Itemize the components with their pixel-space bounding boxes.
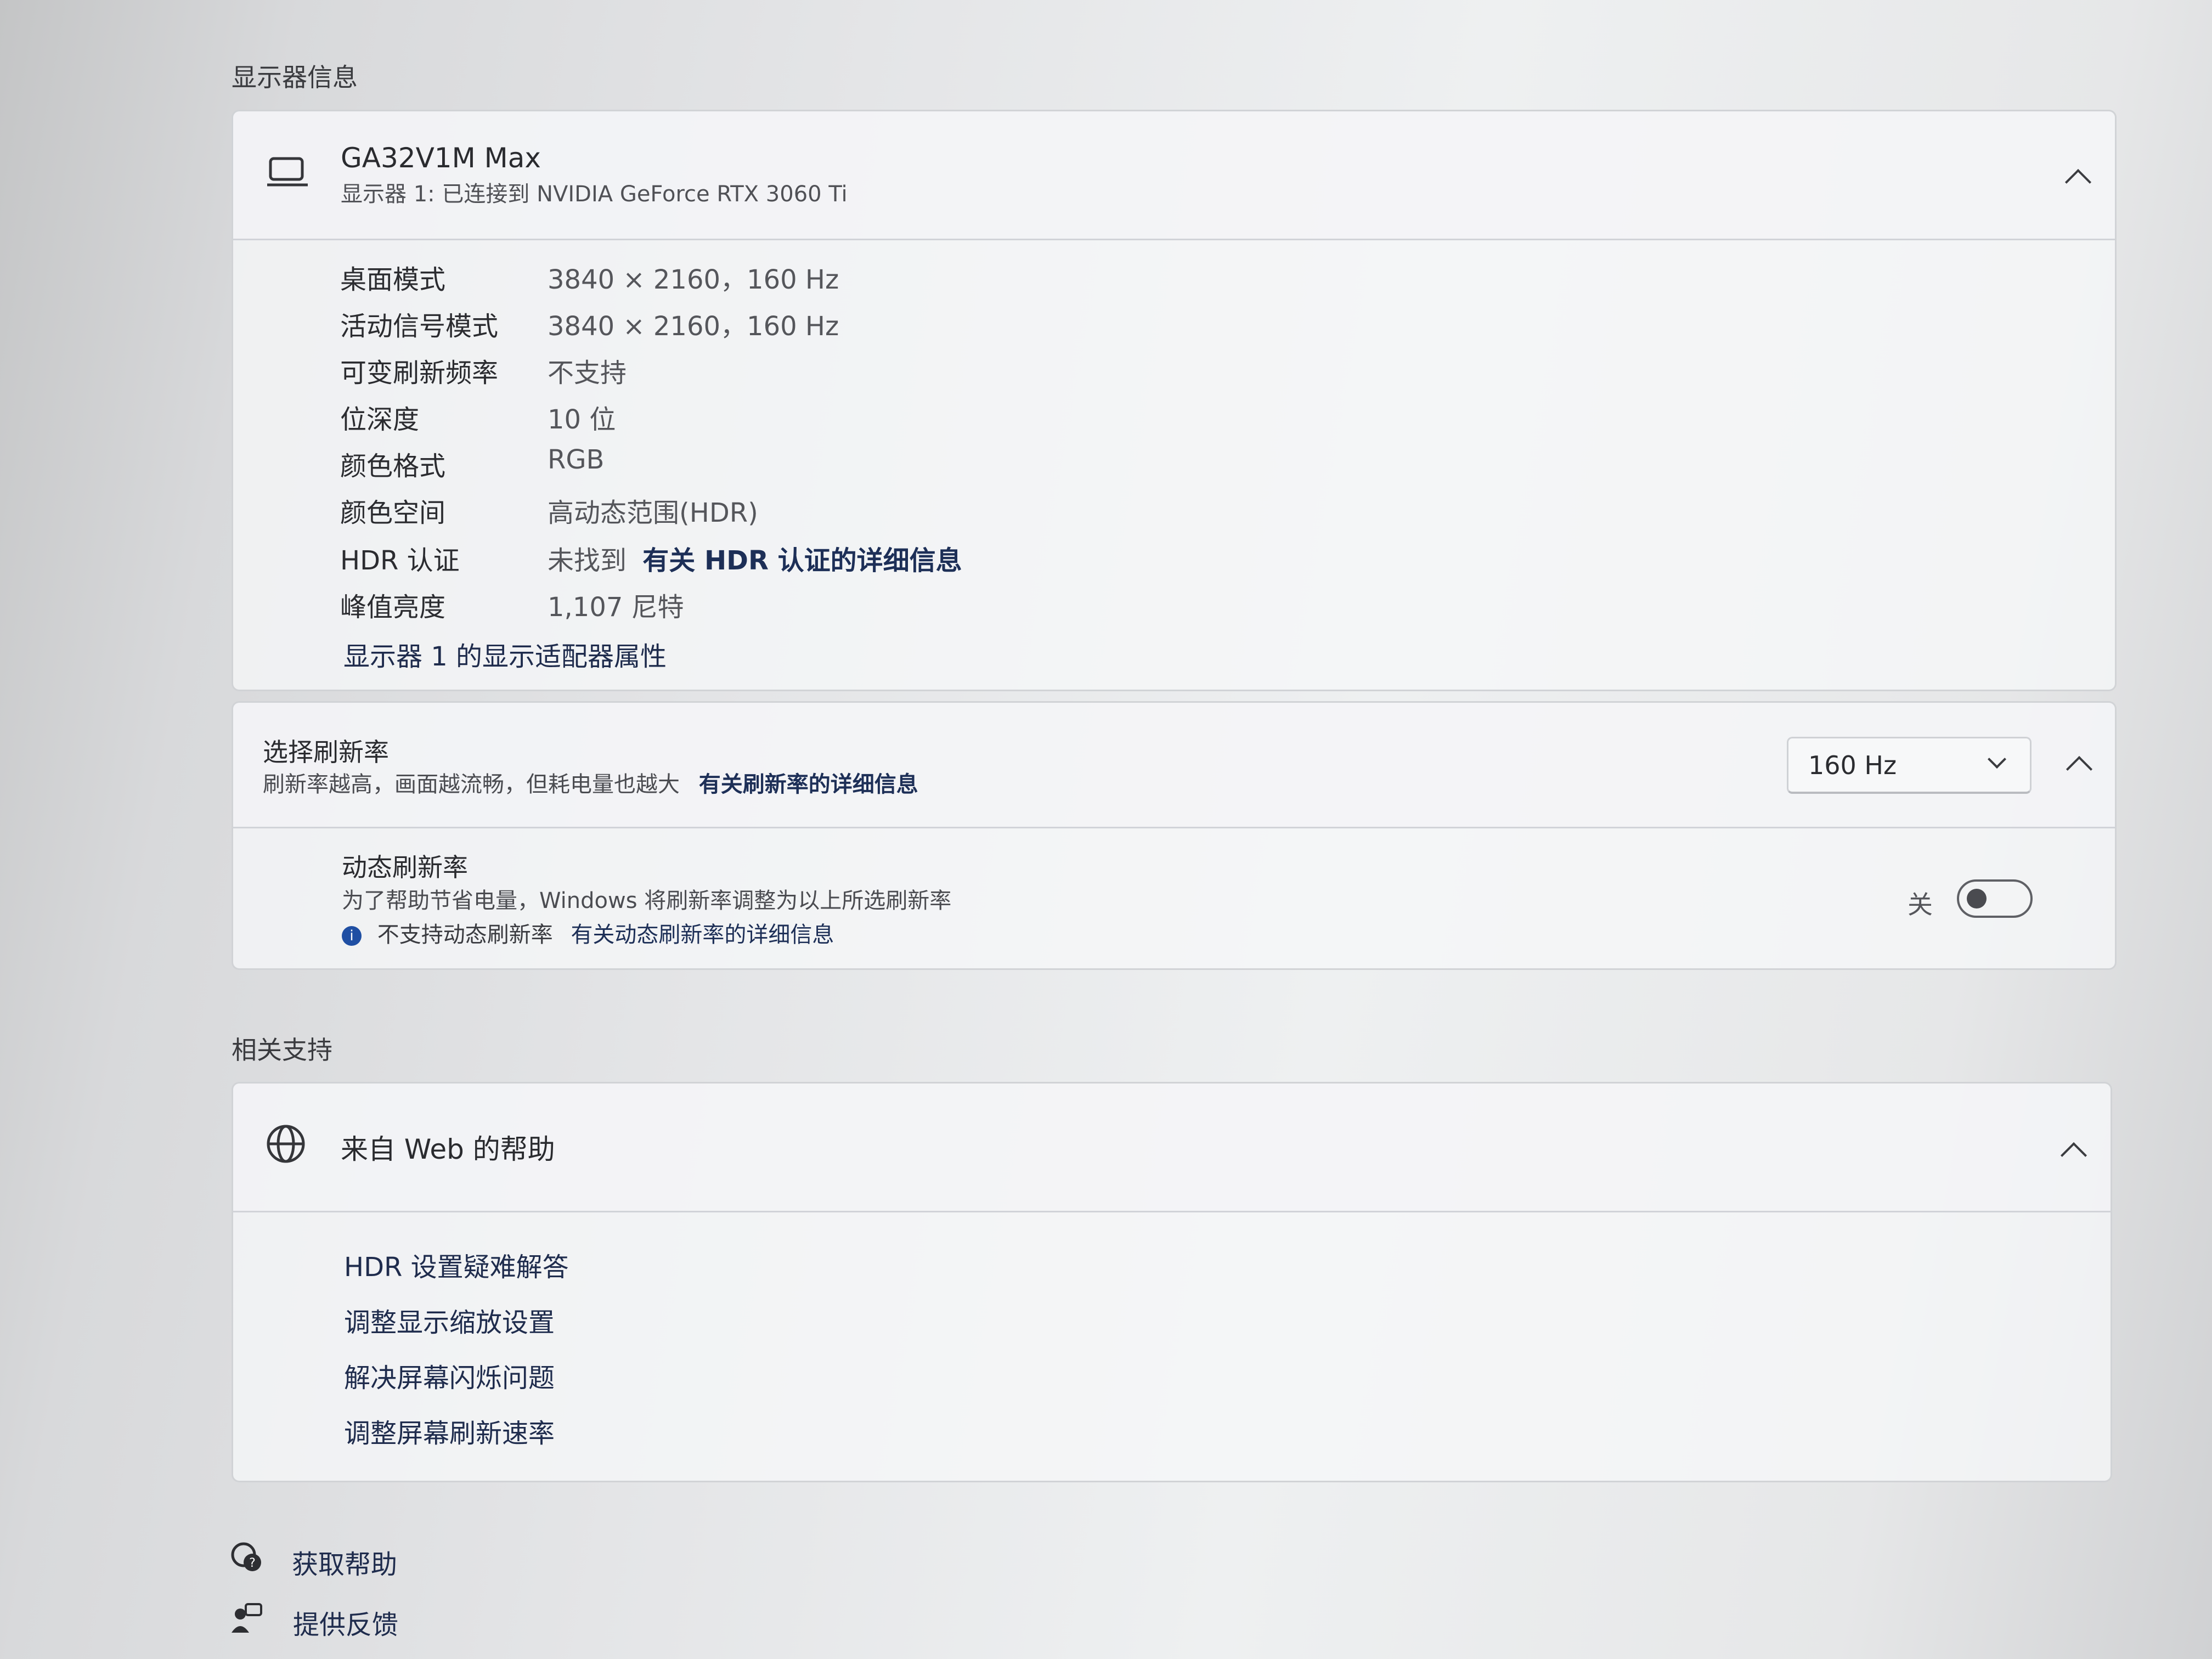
- globe-icon: [265, 1123, 307, 1167]
- chevron-up-icon[interactable]: [2064, 168, 2092, 196]
- row-label-peak-brightness: 峰值亮度: [340, 592, 446, 623]
- refresh-rate-header: 选择刷新率 刷新率越高，画面越流畅，但耗电量也越大 有关刷新率的详细信息 160…: [233, 703, 2115, 828]
- row-value-vrr: 不支持: [548, 358, 627, 388]
- row-value-hdr-cert: 未找到 有关 HDR 认证的详细信息: [548, 539, 962, 577]
- dynamic-refresh-details-link[interactable]: 有关动态刷新率的详细信息: [571, 922, 834, 947]
- help-link-refresh-rate[interactable]: 调整屏幕刷新速率: [344, 1412, 555, 1450]
- dynamic-refresh-toggle[interactable]: [1957, 879, 2033, 918]
- row-label-hdr-cert: HDR 认证: [340, 545, 460, 576]
- refresh-rate-description: 刷新率越高，画面越流畅，但耗电量也越大: [263, 772, 680, 797]
- feedback-label: 提供反馈: [293, 1610, 399, 1640]
- info-icon: i: [342, 926, 362, 946]
- get-help-label: 获取帮助: [292, 1549, 398, 1580]
- dynamic-refresh-title: 动态刷新率: [342, 853, 468, 882]
- hdr-cert-details-link[interactable]: 有关 HDR 认证的详细信息: [642, 545, 962, 576]
- monitor-card-header[interactable]: GA32V1M Max 显示器 1: 已连接到 NVIDIA GeForce R…: [233, 111, 2115, 240]
- hdr-cert-status: 未找到: [548, 545, 627, 576]
- refresh-rate-title: 选择刷新率: [263, 737, 389, 767]
- dynamic-refresh-unsupported: 不支持动态刷新率: [377, 922, 553, 947]
- dynamic-refresh-info-line: i 不支持动态刷新率 有关动态刷新率的详细信息: [342, 917, 834, 949]
- refresh-rate-selected: 160 Hz: [1808, 751, 1897, 780]
- help-chat-icon: ?: [229, 1541, 264, 1578]
- help-link-hdr-troubleshoot[interactable]: HDR 设置疑难解答: [344, 1245, 569, 1284]
- monitor-name: GA32V1M Max: [341, 142, 541, 174]
- toggle-knob: [1967, 889, 1987, 909]
- display-info-section-title: 显示器信息: [232, 63, 358, 92]
- row-label-vrr: 可变刷新频率: [340, 358, 499, 388]
- laptop-icon: [267, 156, 308, 191]
- row-label-bit-depth: 位深度: [340, 404, 420, 435]
- help-link-screen-flicker[interactable]: 解决屏幕闪烁问题: [344, 1356, 555, 1395]
- monitor-subtitle: 显示器 1: 已连接到 NVIDIA GeForce RTX 3060 Ti: [341, 182, 848, 207]
- refresh-rate-card: 选择刷新率 刷新率越高，画面越流畅，但耗电量也越大 有关刷新率的详细信息 160…: [232, 701, 2117, 970]
- chevron-down-icon: [1988, 750, 2006, 769]
- feedback-icon: [229, 1601, 264, 1638]
- svg-text:?: ?: [249, 1556, 256, 1570]
- web-help-header[interactable]: 来自 Web 的帮助: [233, 1084, 2111, 1212]
- row-value-desktop-mode: 3840 × 2160，160 Hz: [548, 264, 839, 295]
- help-link-display-scaling[interactable]: 调整显示缩放设置: [344, 1301, 555, 1339]
- row-value-color-format: RGB: [548, 444, 605, 475]
- row-value-peak-brightness: 1,107 尼特: [548, 592, 684, 623]
- refresh-rate-description-line: 刷新率越高，画面越流畅，但耗电量也越大 有关刷新率的详细信息: [263, 766, 918, 798]
- row-value-active-signal: 3840 × 2160，160 Hz: [548, 311, 839, 342]
- monitor-info-card: GA32V1M Max 显示器 1: 已连接到 NVIDIA GeForce R…: [232, 110, 2117, 691]
- dynamic-refresh-description: 为了帮助节省电量，Windows 将刷新率调整为以上所选刷新率: [342, 888, 952, 913]
- row-label-active-signal: 活动信号模式: [340, 311, 499, 342]
- row-label-color-format: 颜色格式: [340, 451, 446, 482]
- row-value-bit-depth: 10 位: [548, 404, 616, 435]
- row-label-desktop-mode: 桌面模式: [340, 264, 446, 295]
- row-label-color-space: 颜色空间: [340, 498, 446, 528]
- row-value-color-space: 高动态范围(HDR): [548, 498, 758, 528]
- related-support-section-title: 相关支持: [232, 1035, 332, 1065]
- adapter-properties-link[interactable]: 显示器 1 的显示适配器属性: [343, 635, 667, 673]
- dynamic-refresh-toggle-label: 关: [1908, 890, 1933, 919]
- refresh-rate-dropdown[interactable]: 160 Hz: [1787, 737, 2032, 794]
- web-help-title: 来自 Web 的帮助: [341, 1133, 555, 1165]
- refresh-rate-details-link[interactable]: 有关刷新率的详细信息: [699, 772, 918, 797]
- chevron-up-icon[interactable]: [2060, 1142, 2087, 1169]
- settings-page: { "display_info": { "section_title": "显示…: [0, 0, 2212, 1659]
- chevron-up-icon[interactable]: [2066, 755, 2093, 783]
